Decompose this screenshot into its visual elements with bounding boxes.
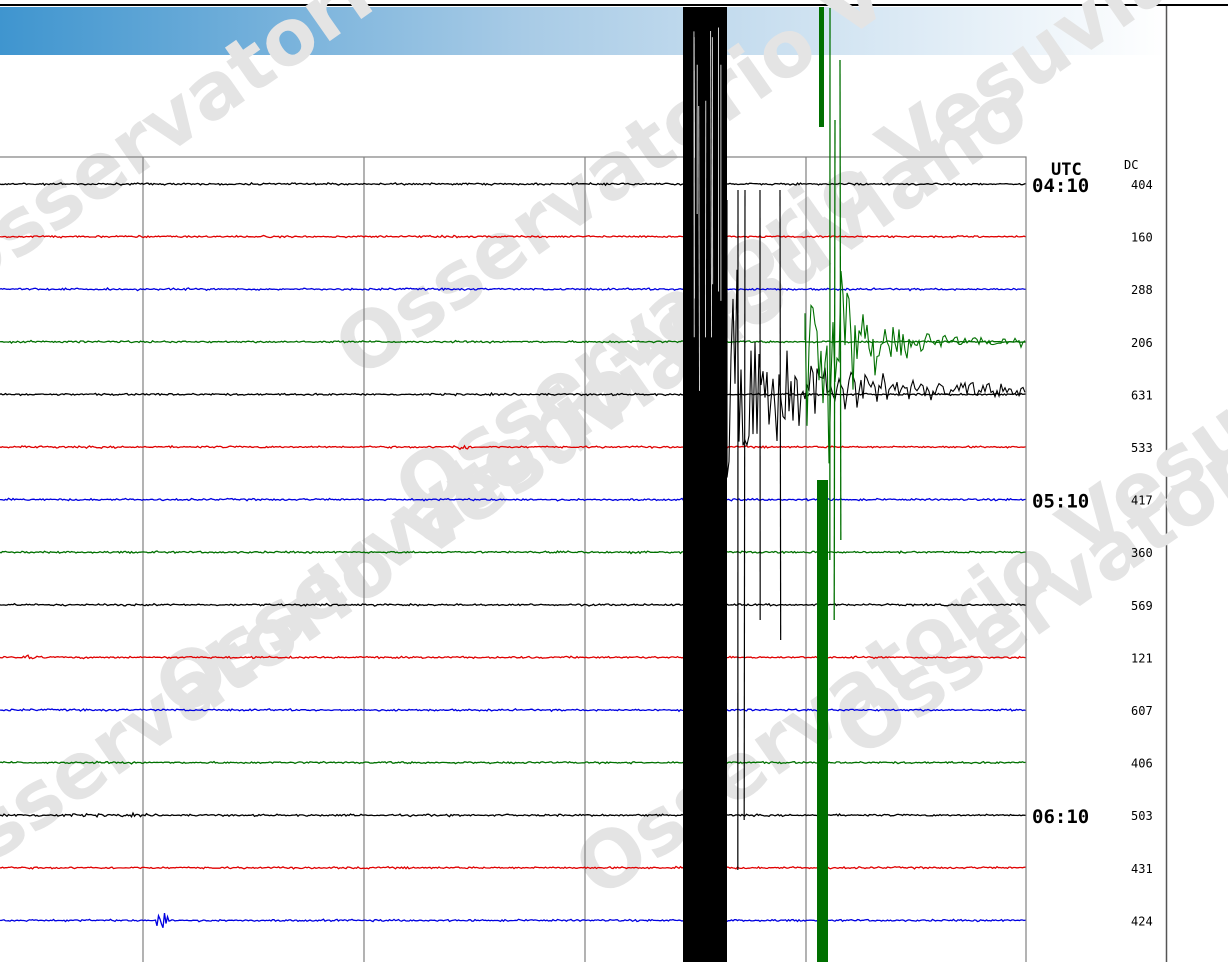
dc-value-label: 360 (1131, 546, 1153, 560)
dc-value-label: 288 (1131, 283, 1153, 297)
dc-value-label: 431 (1131, 862, 1153, 876)
dc-header: DC (1124, 158, 1138, 172)
saturated-signal-band-green (817, 480, 828, 962)
dc-value-label: 569 (1131, 599, 1153, 613)
dc-value-label: 121 (1131, 651, 1153, 665)
spike-black (779, 189, 782, 641)
dc-value-label: 404 (1131, 178, 1153, 192)
spike-green (839, 59, 842, 541)
time-label: 06:10 (1032, 806, 1089, 828)
dc-value-label: 631 (1131, 388, 1153, 402)
dc-value-label: 417 (1131, 494, 1153, 508)
dc-value-label: 607 (1131, 704, 1153, 718)
dc-value-label: 160 (1131, 231, 1153, 245)
dc-value-label: 424 (1131, 914, 1153, 928)
spike-black (743, 189, 746, 821)
dc-value-label: 206 (1131, 336, 1153, 350)
seismogram-page: Osservatorio Vesuviano Osservatorio Vesuv… (0, 0, 1228, 962)
spike-green (833, 119, 836, 621)
dc-value-label: 533 (1131, 441, 1153, 455)
dc-value-label: 406 (1131, 757, 1153, 771)
seismogram-chart: Osservatorio VesuvianoOsservatorio Vesuv… (0, 0, 1228, 962)
saturated-signal-top-green (819, 7, 824, 127)
time-label: 04:10 (1032, 175, 1089, 197)
dc-value-label: 503 (1131, 809, 1153, 823)
time-label: 05:10 (1032, 491, 1089, 513)
saturated-signal-band (683, 7, 727, 962)
